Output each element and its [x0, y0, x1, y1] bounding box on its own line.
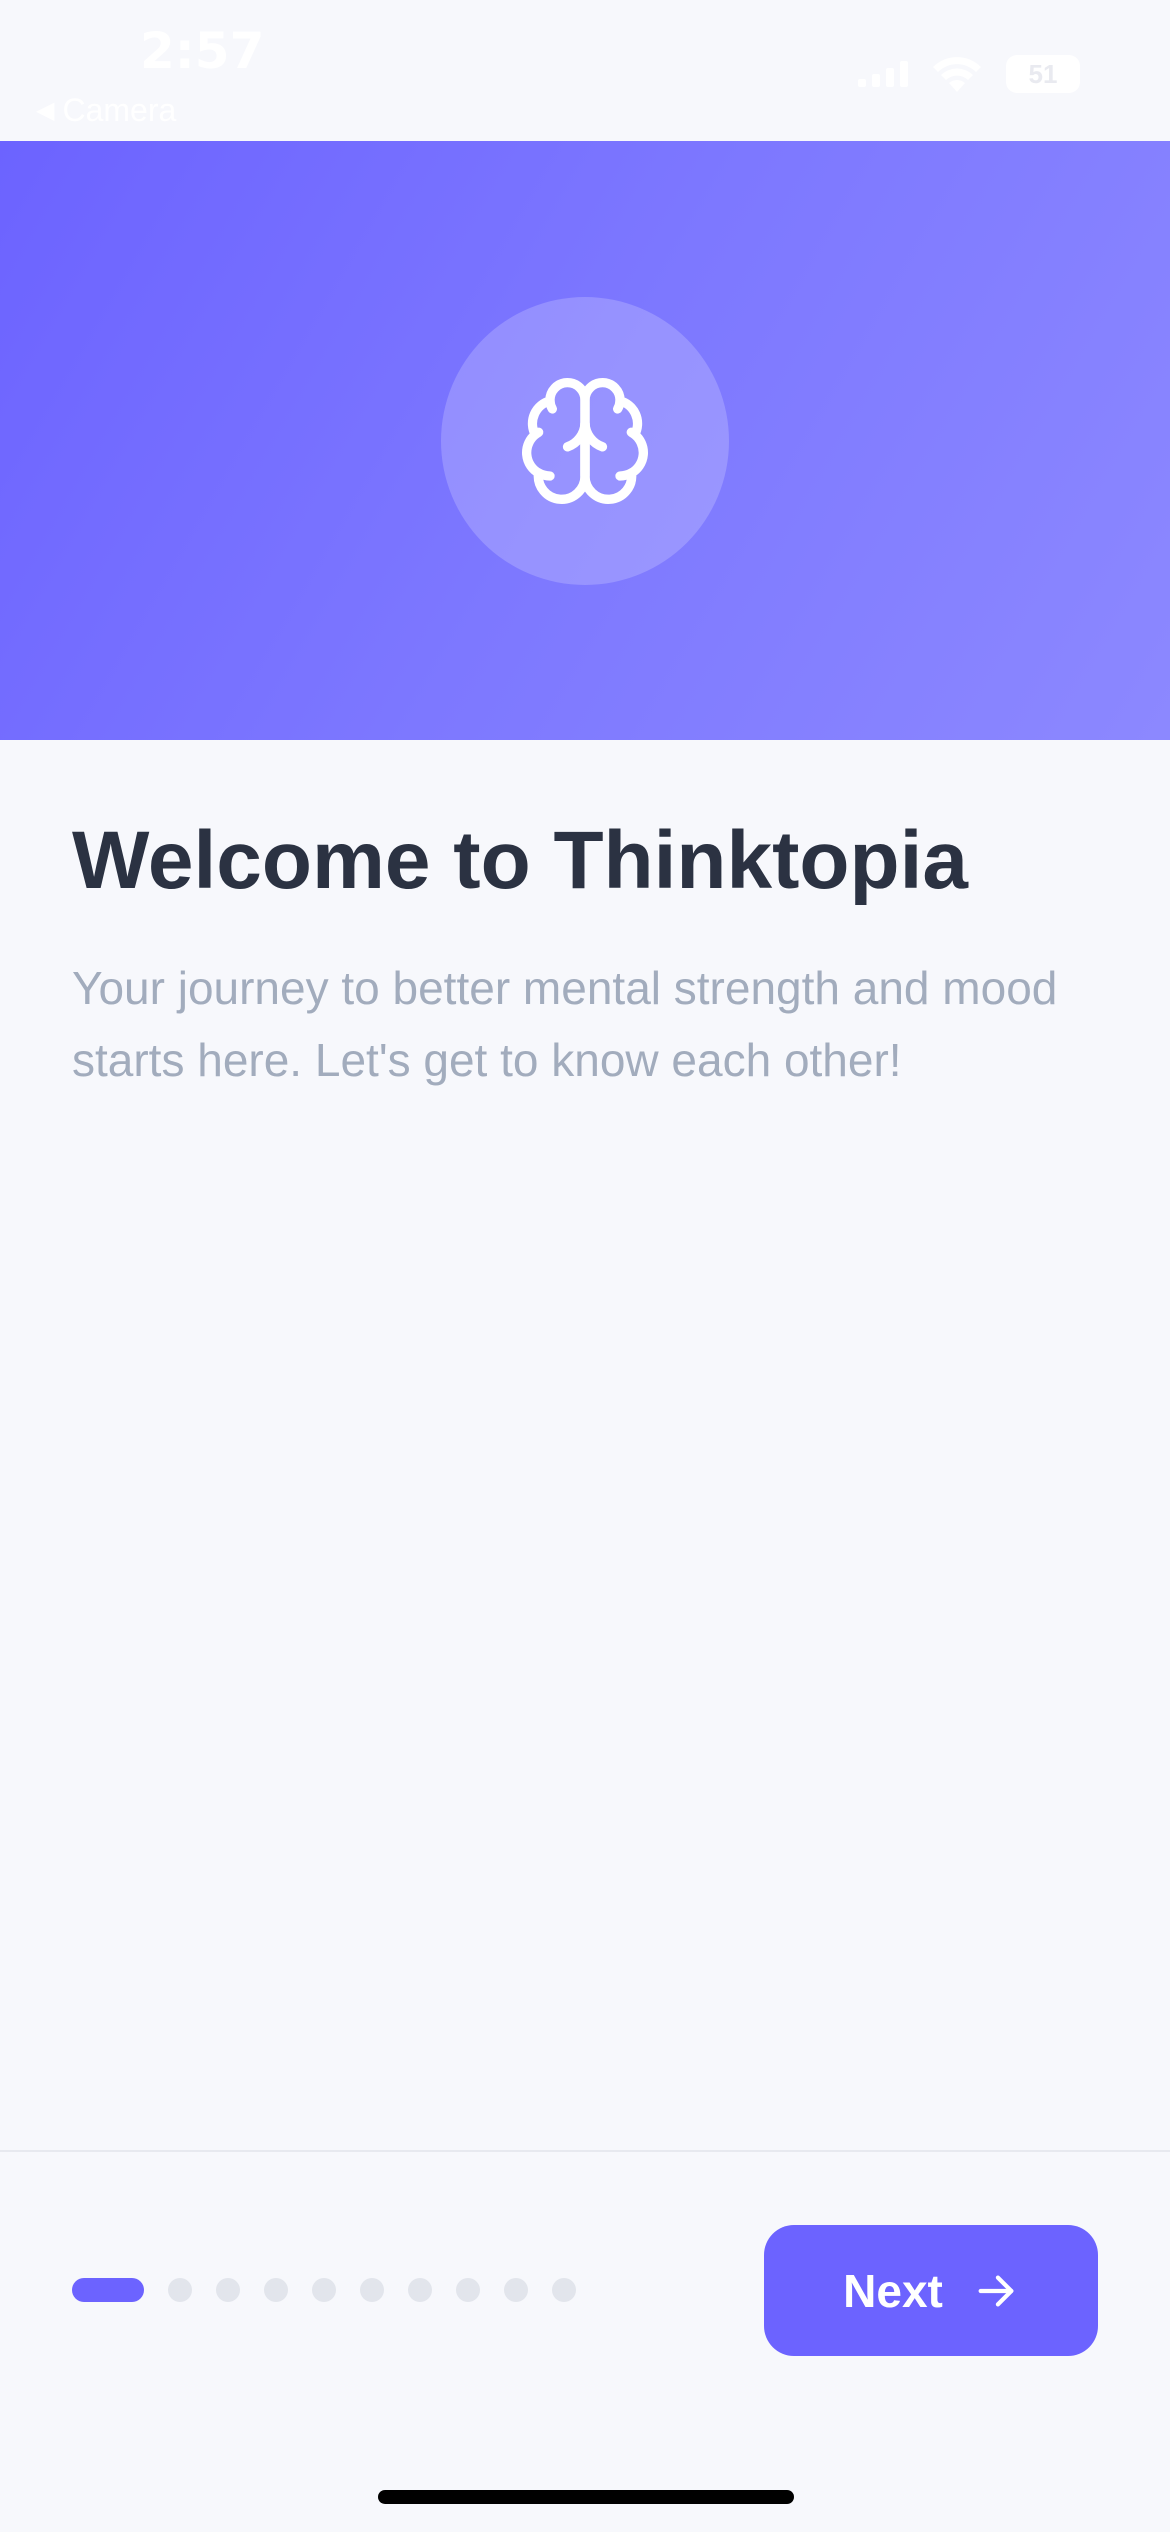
back-to-camera-link[interactable]: ◀ Camera	[36, 92, 176, 129]
next-button-label: Next	[843, 2264, 943, 2317]
back-triangle-icon: ◀	[36, 97, 55, 124]
pagination-dot	[216, 2278, 240, 2302]
status-indicators: 51	[858, 54, 1080, 94]
pagination-dot	[552, 2278, 576, 2302]
home-indicator[interactable]	[378, 2490, 794, 2504]
pagination-dot	[504, 2278, 528, 2302]
pagination-dot	[312, 2278, 336, 2302]
next-button[interactable]: Next	[764, 2225, 1098, 2356]
hero-icon-circle	[441, 297, 729, 585]
status-time: 2:57	[140, 22, 265, 80]
battery-icon: 51	[1006, 55, 1080, 93]
page-title: Welcome to Thinktopia	[72, 815, 968, 906]
hero-banner	[0, 141, 1170, 740]
pagination-dots	[72, 2278, 576, 2302]
brain-icon	[522, 377, 648, 504]
pagination-dot	[360, 2278, 384, 2302]
arrow-right-icon	[978, 2274, 1014, 2307]
pagination-dot	[168, 2278, 192, 2302]
pagination-dot	[456, 2278, 480, 2302]
footer-divider	[0, 2150, 1170, 2152]
page-subtitle: Your journey to better mental strength a…	[72, 962, 1058, 1086]
pagination-dot-active	[72, 2278, 144, 2302]
pagination-dot	[408, 2278, 432, 2302]
back-label: Camera	[62, 92, 177, 128]
wifi-icon	[933, 57, 981, 92]
status-bar: 2:57 ◀ Camera 51	[0, 0, 1170, 141]
pagination-dot	[264, 2278, 288, 2302]
cellular-signal-icon	[858, 61, 908, 87]
